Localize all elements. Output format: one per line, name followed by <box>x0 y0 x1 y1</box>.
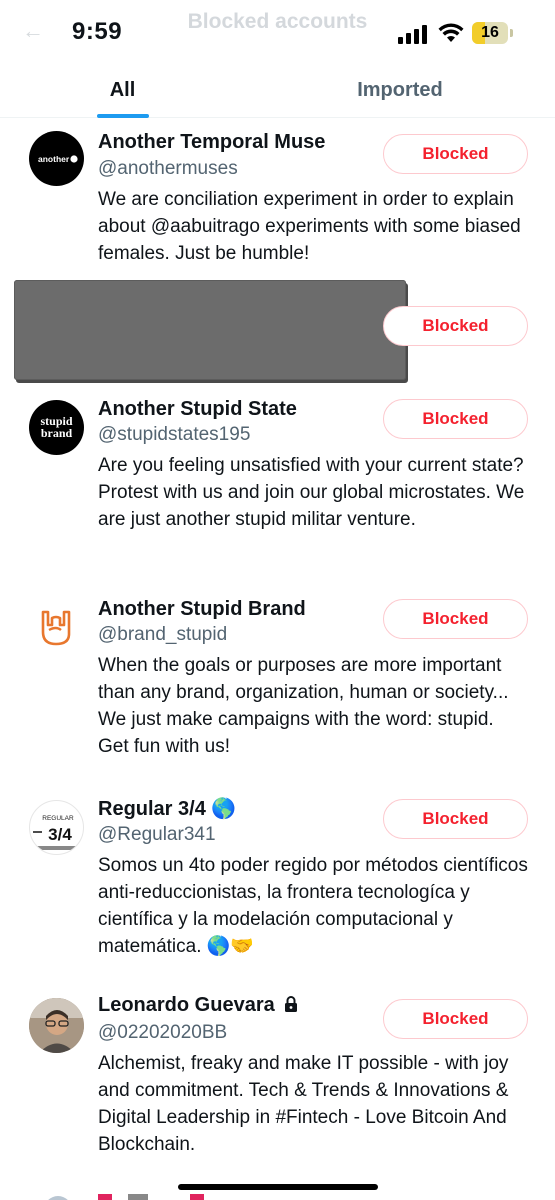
account-bio: We are conciliation experiment in order … <box>98 189 521 264</box>
battery-cap <box>510 29 513 37</box>
avatar[interactable]: stupid brand <box>29 400 84 455</box>
tab-bar: All Imported <box>0 62 555 118</box>
wifi-icon <box>438 23 464 42</box>
account-name[interactable]: Another Stupid State <box>98 398 297 421</box>
account-name[interactable]: Another Temporal Muse <box>98 131 325 154</box>
battery-level: 16 <box>481 24 499 41</box>
account-name[interactable]: Regular 3/4 🌎 <box>98 796 236 821</box>
blocked-button[interactable]: Blocked <box>383 306 528 346</box>
svg-text:another: another <box>38 154 70 164</box>
account-name[interactable]: Another Stupid Brand <box>98 598 306 621</box>
avatar[interactable] <box>29 998 84 1053</box>
rock-hand-icon <box>41 610 71 646</box>
another-logo-icon: another <box>38 154 78 164</box>
list-item-partial[interactable] <box>0 1190 555 1200</box>
account-bio: Alchemist, freaky and make IT possible -… <box>98 1053 509 1155</box>
battery-icon: 16 <box>472 22 508 44</box>
account-handle[interactable]: @stupidstates195 <box>98 424 250 446</box>
account-name-text: Leonardo Guevara <box>98 994 275 1016</box>
list-item-regular-3-4[interactable]: REGULAR 3/4 Regular 3/4 🌎 @Regular341 So… <box>0 790 555 990</box>
profile-photo <box>29 998 84 1053</box>
blocked-button[interactable]: Blocked <box>383 999 528 1039</box>
blocked-button[interactable]: Blocked <box>383 134 528 174</box>
emoji-strip <box>98 1194 208 1200</box>
blocked-button[interactable]: Blocked <box>383 599 528 639</box>
status-bar: ← Blocked accounts 9:59 16 <box>0 0 555 62</box>
account-handle[interactable]: @brand_stupid <box>98 624 227 646</box>
avatar <box>44 1196 72 1200</box>
svg-text:3/4: 3/4 <box>48 825 72 844</box>
status-time: 9:59 <box>72 18 123 45</box>
svg-text:REGULAR: REGULAR <box>42 815 74 822</box>
list-item-another-temporal-muse[interactable]: another Another Temporal Muse @anothermu… <box>0 118 555 278</box>
regular-logo-icon: REGULAR 3/4 <box>33 815 81 850</box>
tab-all[interactable]: All <box>0 62 245 118</box>
blocked-button[interactable]: Blocked <box>383 399 528 439</box>
account-bio: Somos un 4to poder regido por métodos ci… <box>98 855 528 957</box>
account-bio: Are you feeling unsatisfied with your cu… <box>98 455 525 530</box>
list-item-another-stupid-brand[interactable]: Another Stupid Brand @brand_stupid When … <box>0 590 555 790</box>
home-indicator <box>178 1184 378 1190</box>
lock-icon <box>285 996 298 1012</box>
avatar[interactable]: REGULAR 3/4 <box>29 800 84 855</box>
redacted-block <box>14 280 406 380</box>
list-item-another-stupid-state[interactable]: stupid brand Another Stupid State @stupi… <box>0 390 555 590</box>
avatar[interactable] <box>29 598 84 653</box>
blocked-button[interactable]: Blocked <box>383 799 528 839</box>
account-bio: When the goals or purposes are more impo… <box>98 655 509 757</box>
tab-imported[interactable]: Imported <box>275 62 525 118</box>
list-item-leonardo-guevara[interactable]: Leonardo Guevara @02202020BB Alchemist, … <box>0 990 555 1190</box>
blocked-accounts-list: another Another Temporal Muse @anothermu… <box>0 118 555 1200</box>
account-handle[interactable]: @Regular341 <box>98 824 216 846</box>
account-handle[interactable]: @02202020BB <box>98 1022 227 1044</box>
list-item-redacted[interactable]: Blocked <box>0 278 555 388</box>
svg-text:brand: brand <box>41 426 73 440</box>
avatar[interactable]: another <box>29 131 84 186</box>
cellular-signal-icon <box>398 24 430 44</box>
account-handle[interactable]: @anothermuses <box>98 158 238 180</box>
account-name[interactable]: Leonardo Guevara <box>98 994 298 1017</box>
stupid-brand-logo-icon: stupid brand <box>40 414 73 440</box>
